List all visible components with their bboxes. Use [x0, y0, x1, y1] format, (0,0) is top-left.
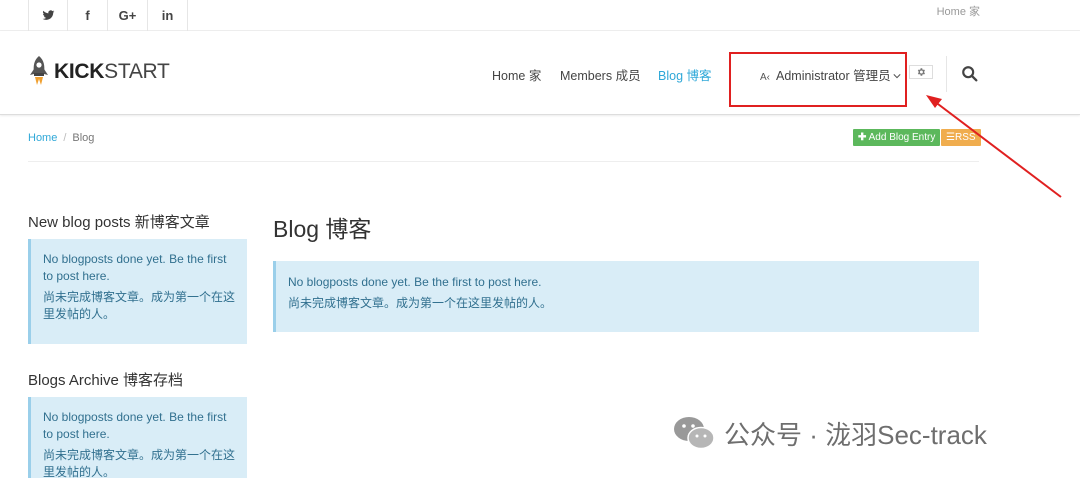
nav-item-home[interactable]: Home 家	[492, 65, 541, 84]
search-icon	[962, 66, 978, 82]
search-button[interactable]	[961, 65, 981, 85]
rss-button[interactable]: ☰RSS	[941, 129, 981, 146]
watermark-text: 公众号 · 泷羽Sec-track	[724, 419, 987, 450]
breadcrumb-separator: /	[63, 132, 67, 144]
new-posts-alert: No blogposts done yet. Be the first to p…	[28, 239, 247, 344]
archive-msg-zh: 尚未完成博客文章。成为第一个在这里发帖的人。	[43, 448, 236, 478]
archive-alert: No blogposts done yet. Be the first to p…	[28, 397, 247, 478]
page-title: Blog 博客	[273, 216, 372, 242]
chevron-down-icon	[893, 74, 901, 79]
social-links: f G+ in	[28, 0, 188, 31]
new-posts-msg-zh: 尚未完成博客文章。成为第一个在这里发帖的人。	[43, 290, 236, 321]
admin-label: Administrator 管理员	[776, 69, 891, 83]
logo-text: KICKSTART	[54, 60, 170, 83]
new-posts-msg-en: No blogposts done yet. Be the first to p…	[43, 252, 227, 283]
add-blog-entry-button[interactable]: ✚ Add Blog Entry	[853, 129, 941, 146]
facebook-icon[interactable]: f	[68, 0, 108, 31]
nav-item-blog[interactable]: Blog 博客	[658, 65, 712, 84]
watermark: 公众号 · 泷羽Sec-track	[672, 414, 987, 452]
site-logo[interactable]: KICKSTART	[28, 55, 170, 89]
plus-icon: ✚	[858, 132, 867, 143]
twitter-icon[interactable]	[28, 0, 68, 31]
main-alert: No blogposts done yet. Be the first to p…	[273, 261, 979, 332]
settings-button[interactable]	[909, 65, 933, 79]
nav-item-members[interactable]: Members 成员	[560, 65, 641, 84]
content-divider	[28, 161, 979, 162]
breadcrumb-home[interactable]: Home	[28, 132, 57, 144]
rocket-logo-icon	[30, 56, 48, 85]
top-social-bar: f G+ in Home 家	[0, 0, 1080, 31]
breadcrumb: Home / Blog	[28, 132, 94, 144]
top-home-link[interactable]: Home 家	[937, 3, 980, 19]
archive-title: Blogs Archive 博客存档	[28, 372, 184, 389]
admin-menu[interactable]: A‹ Administrator 管理员	[760, 65, 901, 84]
admin-badge: A‹	[760, 72, 770, 83]
main-msg-zh: 尚未完成博客文章。成为第一个在这里发帖的人。	[288, 296, 553, 310]
new-posts-title: New blog posts 新博客文章	[28, 214, 210, 231]
gear-icon	[917, 68, 925, 76]
archive-msg-en: No blogposts done yet. Be the first to p…	[43, 410, 227, 441]
breadcrumb-current: Blog	[72, 132, 95, 144]
google-plus-icon[interactable]: G+	[108, 0, 148, 31]
main-msg-en: No blogposts done yet. Be the first to p…	[288, 275, 542, 289]
site-header: KICKSTART Home 家 Members 成员 Blog 博客 A‹ Ad…	[0, 31, 1080, 115]
rss-icon: ☰	[946, 132, 955, 143]
wechat-icon	[674, 417, 715, 450]
header-divider	[946, 56, 947, 92]
linkedin-icon[interactable]: in	[148, 0, 188, 31]
